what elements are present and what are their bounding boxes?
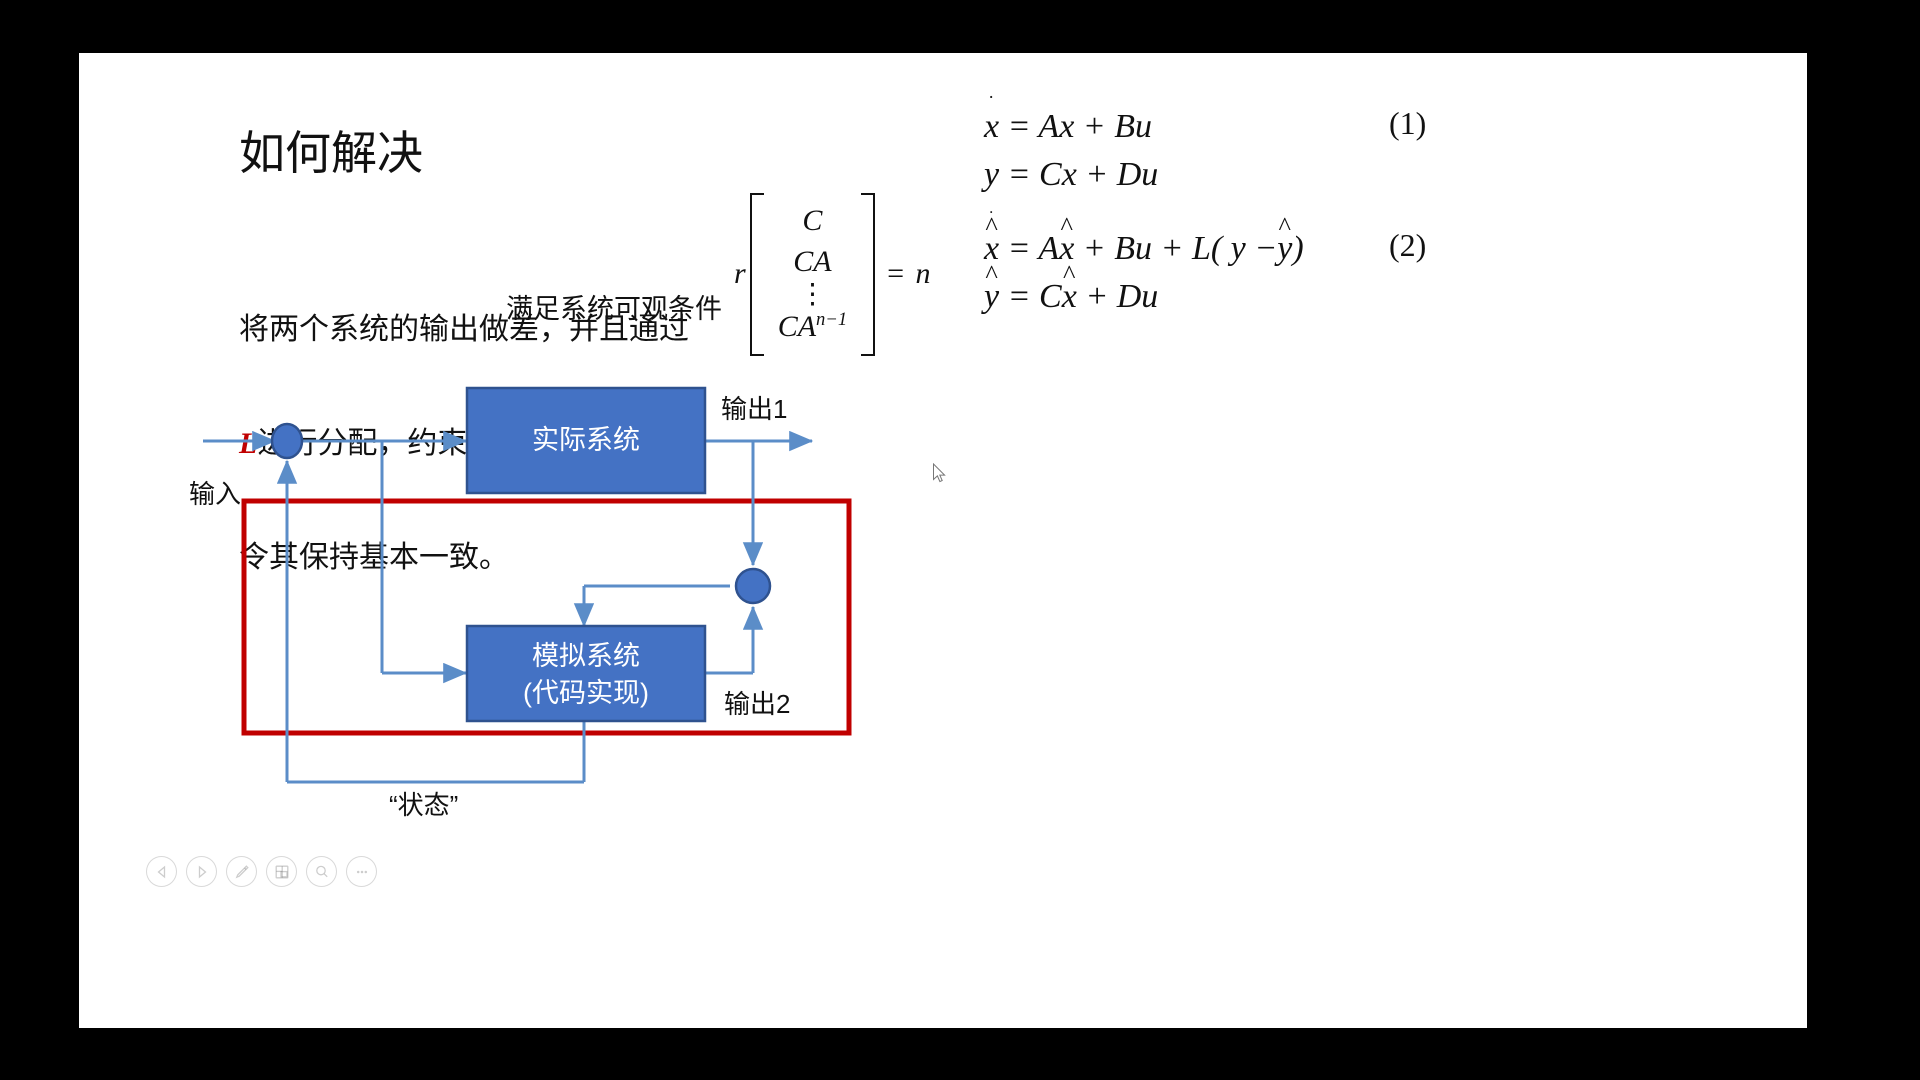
y-symbol: y: [984, 156, 1000, 193]
output2-label: 输出2: [724, 689, 790, 719]
pen-tool-button[interactable]: [226, 856, 257, 887]
equation-1-line-2-rhs: = Cx + Du: [1007, 156, 1159, 193]
equation-2-line-2-part-a: = C: [1007, 278, 1062, 315]
matrix-row-1: CA: [793, 244, 832, 278]
pen-icon: [235, 864, 249, 878]
matrix-rows: C CA ⋮ CAn−1: [764, 193, 862, 356]
equation-2-line-1-part-b: + Bu + L( y −: [1082, 230, 1278, 267]
zoom-tool-button[interactable]: [306, 856, 337, 887]
ellipsis-icon: [356, 870, 367, 873]
equation-1-line-1: ˙ x = Ax + Bu: [984, 92, 1158, 151]
equation-1-line-2: y = Cx + Du: [984, 151, 1158, 199]
y-hat-symbol: ^ y: [1277, 213, 1292, 273]
state-label: “状态”: [389, 790, 458, 820]
magnifier-icon: [315, 865, 328, 877]
previous-slide-button[interactable]: [146, 856, 177, 887]
observer-block-diagram: 实际系统 模拟系统 (代码实现) 输入 输出1 输出2 “状态”: [79, 383, 1807, 853]
slide-overview-button[interactable]: [266, 856, 297, 887]
triangle-left-icon: [156, 865, 165, 878]
hat-accent: ^: [1278, 210, 1291, 241]
matrix-brackets: C CA ⋮ CAn−1: [749, 193, 876, 356]
matrix-row-last: CAn−1: [778, 307, 848, 348]
summing-junction-comparator: [734, 567, 772, 605]
x-dot-symbol: ˙ x: [984, 92, 999, 151]
rank-rhs-n: n: [915, 257, 931, 291]
matrix-row-0: C: [802, 204, 823, 237]
equation-2-line-1-part-a: = A: [1007, 230, 1060, 267]
next-slide-button[interactable]: [186, 856, 217, 887]
equation-group-1: ˙ x = Ax + Bu y = Cx + Du: [984, 92, 1158, 199]
hat-accent: ^: [1060, 210, 1073, 241]
triangle-right-icon: [198, 865, 207, 878]
model-block-label-line1: 模拟系统: [532, 641, 640, 671]
matrix-left-bracket: [749, 193, 764, 356]
rank-equals-sign: =: [885, 257, 906, 291]
hat-accent: ^: [1063, 258, 1076, 289]
page-title: 如何解决: [239, 127, 423, 179]
equation-group-2: ^ ˙ x = A ^ x + Bu + L( y − ^ y) ^ y = C ^ x + Du: [984, 208, 1304, 321]
equation-2-line-2-part-b: + Du: [1085, 278, 1159, 315]
equation-1-line-1-rhs: = Ax + Bu: [1007, 108, 1152, 145]
observability-caption: 满足系统可观条件: [506, 294, 722, 324]
dot-accent: ˙: [988, 206, 995, 227]
plant-block-label: 实际系统: [532, 425, 640, 455]
slide-canvas[interactable]: 如何解决 将两个系统的输出做差，并且通过 L进行分配，约束两个系统的状态 令其保…: [79, 53, 1807, 1028]
input-label: 输入: [189, 479, 241, 509]
rank-symbol: r: [734, 257, 746, 291]
dot-accent: ˙: [987, 91, 995, 114]
matrix-right-bracket: [861, 193, 876, 356]
equation-2-line-2: ^ y = C ^ x + Du: [984, 261, 1304, 321]
hat-accent: ^: [985, 258, 998, 289]
x-hat-symbol: ^ x: [1062, 261, 1077, 321]
more-options-button[interactable]: [346, 856, 377, 887]
equation-number-2: (2): [1389, 227, 1427, 263]
presentation-toolbar[interactable]: [146, 856, 377, 887]
model-block-label-line2: (代码实现): [523, 678, 649, 708]
matrix-row-last-exponent: n−1: [816, 309, 848, 331]
presentation-viewport: 如何解决 将两个系统的输出做差，并且通过 L进行分配，约束两个系统的状态 令其保…: [0, 0, 1920, 1080]
equation-2-line-1-part-c: ): [1292, 230, 1304, 267]
grid-icon: [275, 865, 288, 878]
equation-2-line-1: ^ ˙ x = A ^ x + Bu + L( y − ^ y): [984, 208, 1304, 273]
equation-number-1: (1): [1389, 105, 1427, 141]
matrix-vertical-dots: ⋮: [798, 279, 827, 310]
observability-rank-expression: r C CA ⋮ CAn−1 = n: [734, 193, 930, 356]
mouse-cursor: [933, 463, 946, 483]
output1-label: 输出1: [721, 394, 787, 424]
summing-junction-input: [270, 422, 304, 460]
y-hat-symbol: ^ y: [984, 261, 999, 321]
matrix-row-last-base: CA: [777, 310, 817, 344]
